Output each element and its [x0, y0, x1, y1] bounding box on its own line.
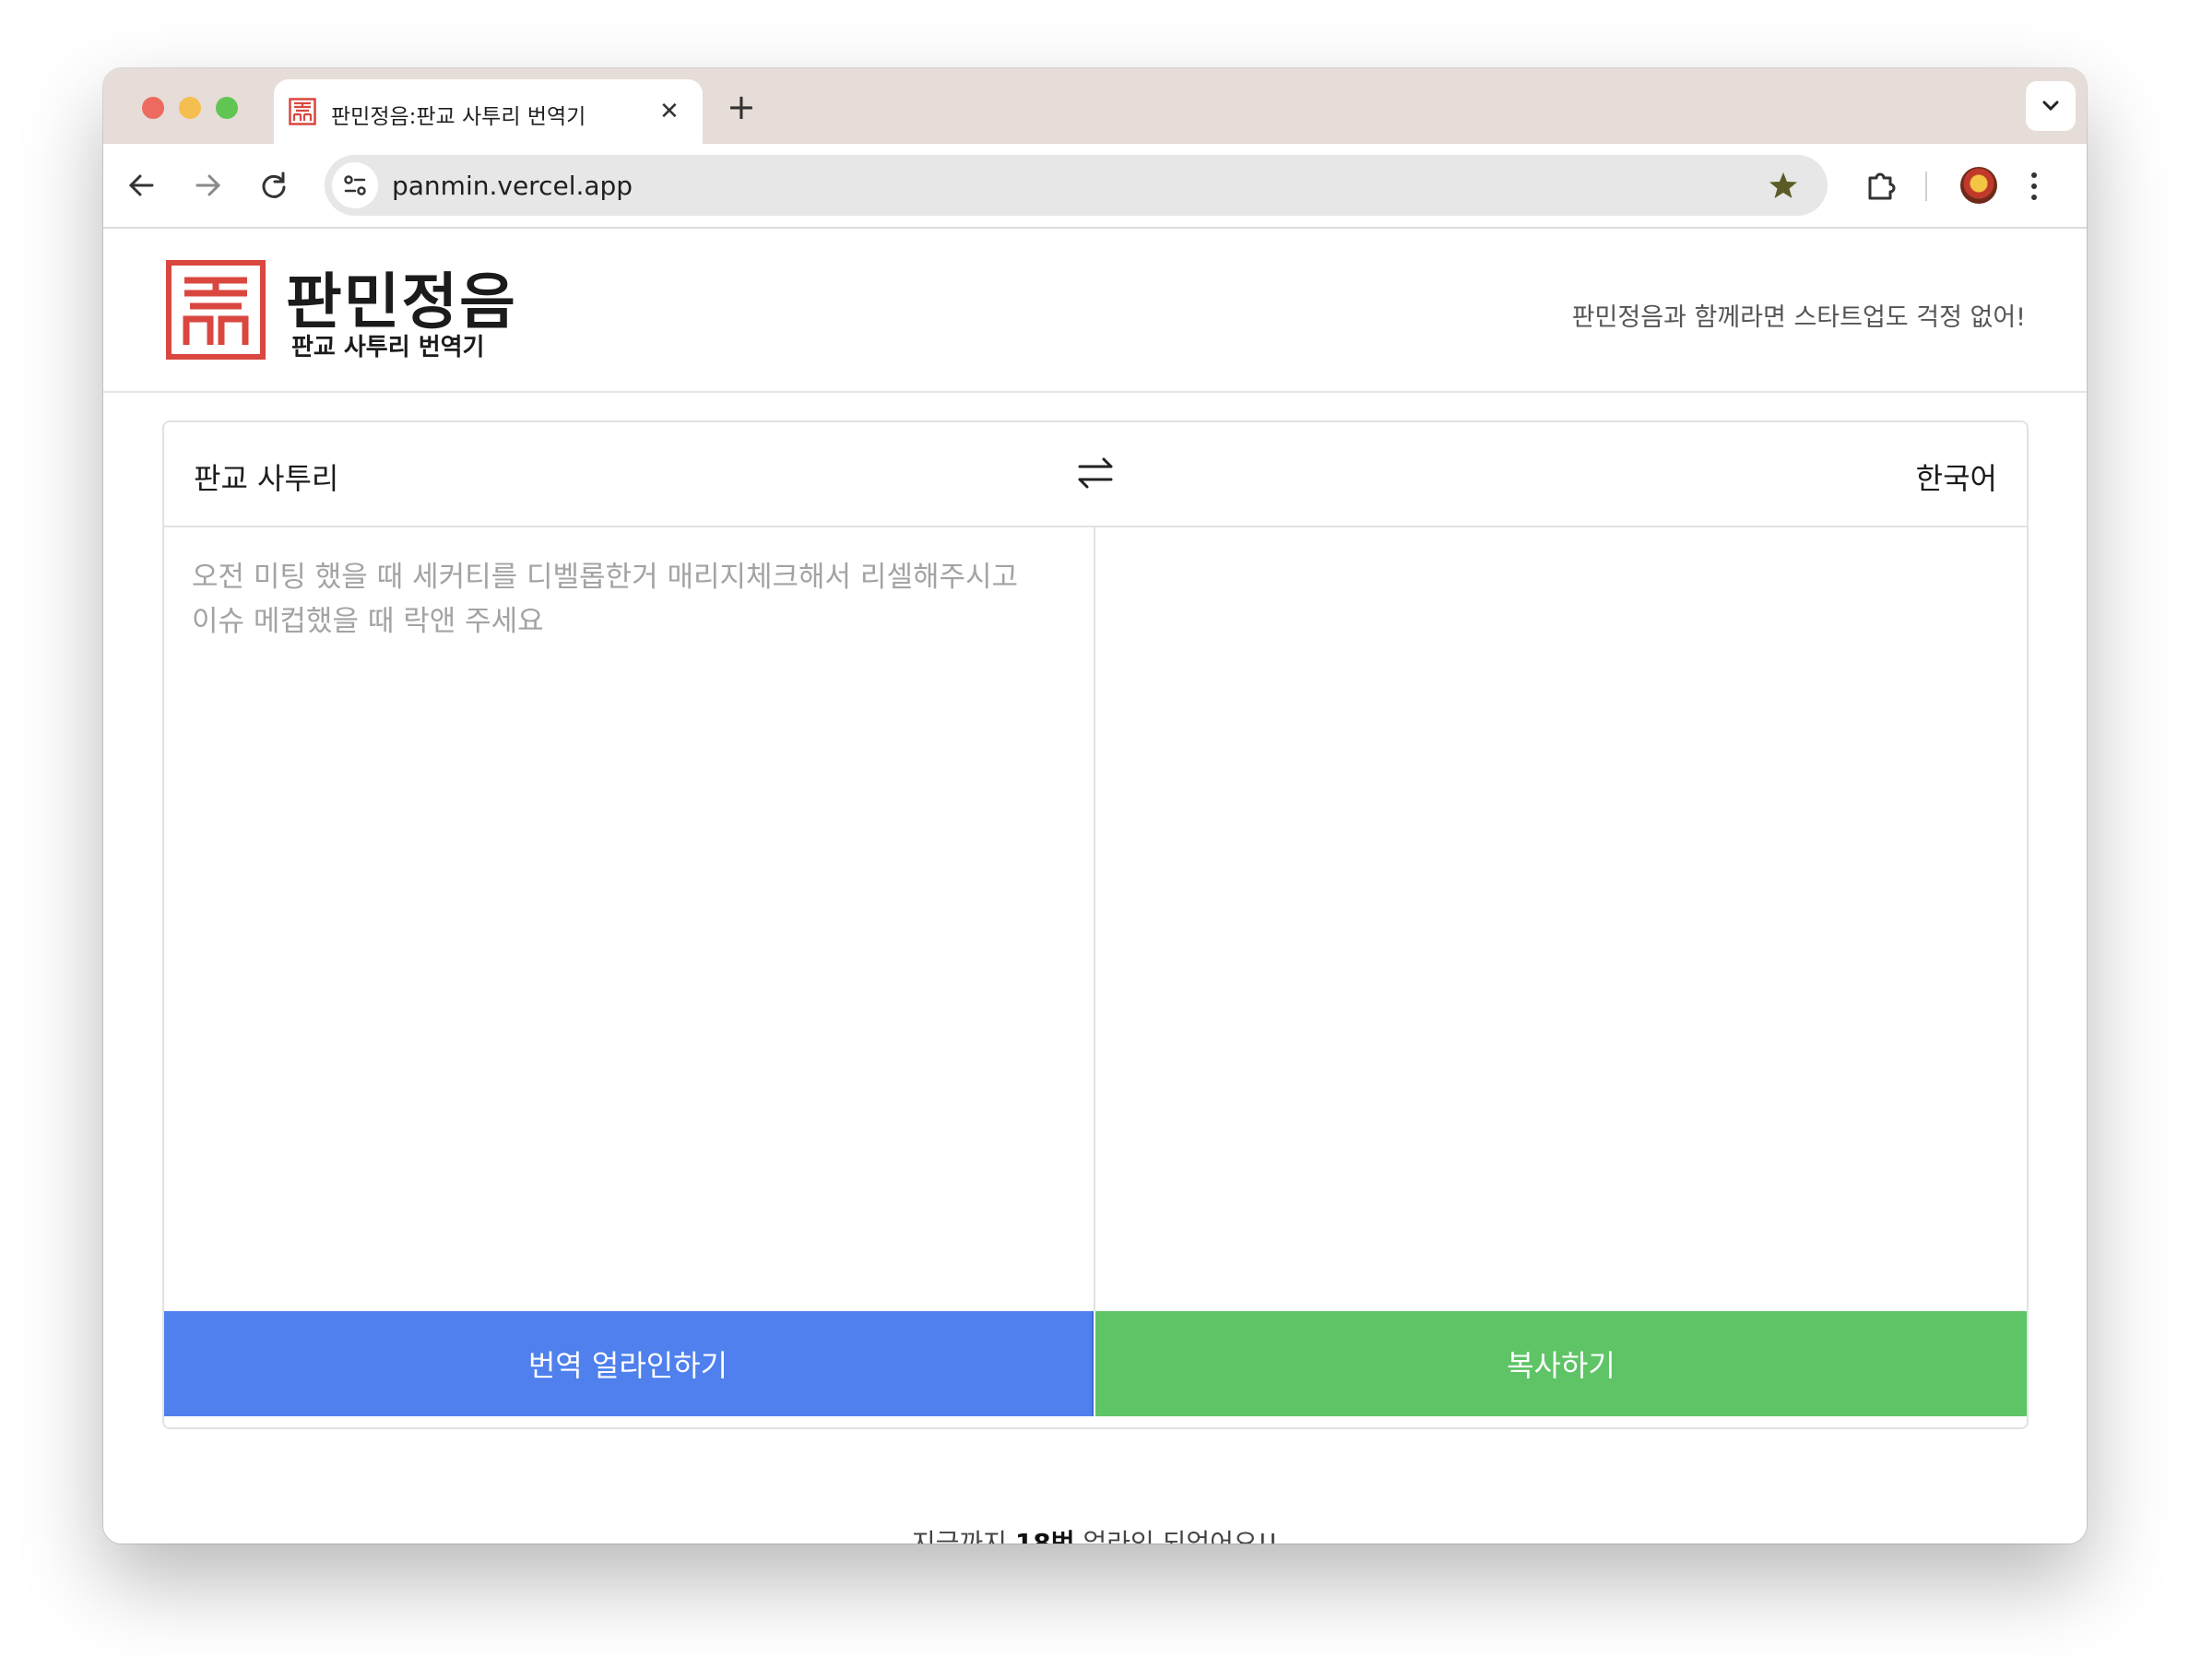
toolbar-divider [1925, 172, 1927, 201]
profile-avatar[interactable] [1960, 167, 1997, 204]
tab-strip: 판민정음:판교 사투리 번역기 ✕ + [103, 68, 2087, 144]
more-menu-icon[interactable] [2025, 166, 2043, 207]
translator-card: 판교 사투리 한국어 번역 얼라인하기 복사하기 [162, 420, 2029, 1429]
site-header: 판민정음 판교 사투리 번역기 판민정음과 함께라면 스타트업도 걱정 없어! [103, 229, 2087, 393]
bookmark-star-icon[interactable] [1767, 169, 1800, 202]
close-window-button[interactable] [142, 97, 164, 119]
counter-prefix: 지금까지 [911, 1528, 1007, 1544]
output-pane [1095, 527, 2027, 1311]
extensions-puzzle-icon[interactable] [1861, 164, 1903, 207]
site-info-button[interactable] [332, 162, 378, 208]
maximize-window-button[interactable] [216, 97, 238, 119]
tune-icon [344, 175, 366, 195]
source-language-label: 판교 사투리 [194, 461, 339, 496]
counter-count: 18번 [1014, 1528, 1075, 1544]
tab-title: 판민정음:판교 사투리 번역기 [331, 105, 586, 129]
swap-languages-icon[interactable] [1072, 450, 1118, 496]
new-tab-icon[interactable]: + [727, 87, 756, 127]
page-content: 판민정음 판교 사투리 번역기 판민정음과 함께라면 스타트업도 걱정 없어! … [103, 229, 2087, 1544]
language-bar: 판교 사투리 한국어 [164, 422, 2027, 527]
tab-search-button[interactable] [2026, 81, 2076, 131]
back-arrow-icon[interactable] [119, 162, 165, 208]
header-slogan: 판민정음과 함께라면 스타트업도 걱정 없어! [1571, 303, 2026, 332]
address-bar[interactable]: panmin.vercel.app [325, 155, 1828, 216]
forward-arrow-icon[interactable] [184, 162, 231, 208]
copy-button[interactable]: 복사하기 [1095, 1311, 2027, 1416]
target-language-label: 한국어 [1915, 461, 1997, 496]
logo-subtitle: 판교 사투리 번역기 [291, 334, 485, 361]
browser-window: 판민정음:판교 사투리 번역기 ✕ + panmin.vercel.app 판민… [103, 68, 2087, 1544]
favicon-icon [289, 98, 316, 125]
url-text: panmin.vercel.app [392, 171, 633, 201]
translation-counter: 지금까지 18번 얼라인 되었어요!! [103, 1523, 2087, 1544]
browser-toolbar: panmin.vercel.app [103, 144, 2087, 229]
translate-button[interactable]: 번역 얼라인하기 [164, 1311, 1094, 1416]
logo-mark-icon[interactable] [166, 260, 266, 360]
tab-close-icon[interactable]: ✕ [659, 96, 680, 127]
chevron-down-icon [2042, 101, 2059, 112]
reload-icon[interactable] [251, 162, 297, 208]
browser-tab[interactable]: 판민정음:판교 사투리 번역기 ✕ [274, 79, 703, 144]
counter-suffix: 얼라인 되었어요!! [1083, 1528, 1279, 1544]
source-text-input[interactable] [192, 555, 1059, 1274]
minimize-window-button[interactable] [179, 97, 201, 119]
source-pane [164, 527, 1095, 1311]
